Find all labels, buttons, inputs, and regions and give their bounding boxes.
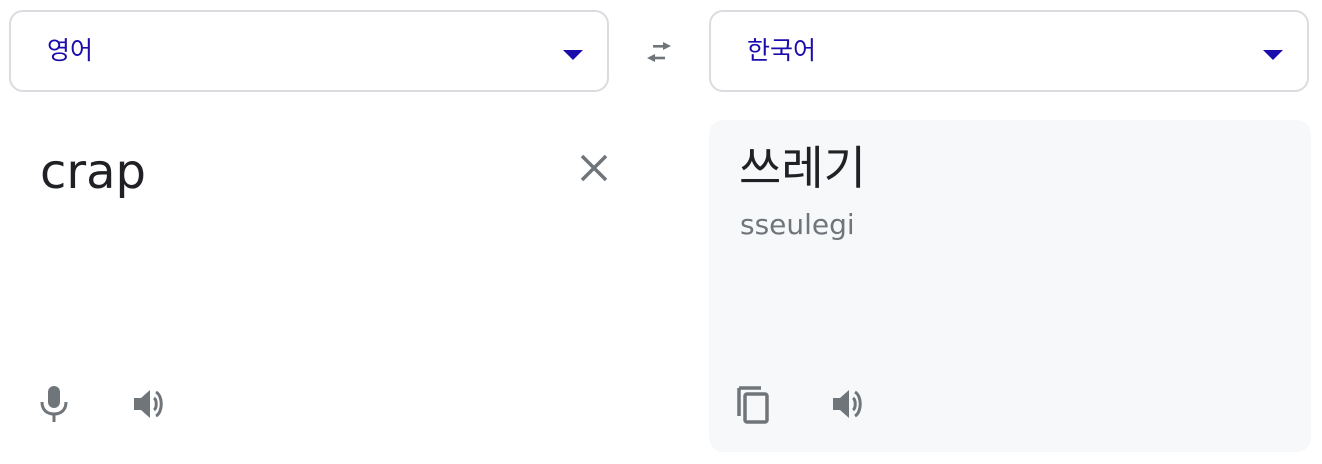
speaker-icon [833, 390, 862, 418]
translated-text: 쓰레기 [739, 141, 866, 195]
caret-down-icon [1263, 50, 1283, 60]
source-text-area[interactable]: crap [10, 120, 610, 452]
speaker-icon [134, 390, 163, 418]
swap-arrows-icon [647, 42, 671, 62]
romanization-text: sseulegi [740, 208, 855, 241]
microphone-icon [40, 386, 68, 422]
swap-languages-button[interactable] [632, 30, 686, 74]
source-language-select[interactable]: 영어 [9, 10, 609, 92]
translator-widget: 영어 한국어 crap 쓰레기 sseulegi [0, 0, 1322, 464]
source-language-label: 영어 [47, 36, 94, 65]
close-icon [580, 154, 608, 182]
copy-icon [737, 386, 769, 424]
caret-down-icon [563, 50, 583, 60]
translation-output: 쓰레기 sseulegi [709, 120, 1311, 452]
copy-button[interactable] [729, 380, 777, 428]
target-language-select[interactable]: 한국어 [709, 10, 1309, 92]
clear-button[interactable] [574, 148, 614, 188]
translation-listen-button[interactable] [825, 380, 873, 428]
microphone-button[interactable] [30, 380, 78, 428]
source-text[interactable]: crap [40, 142, 146, 202]
source-listen-button[interactable] [126, 380, 174, 428]
target-language-label: 한국어 [747, 36, 817, 65]
